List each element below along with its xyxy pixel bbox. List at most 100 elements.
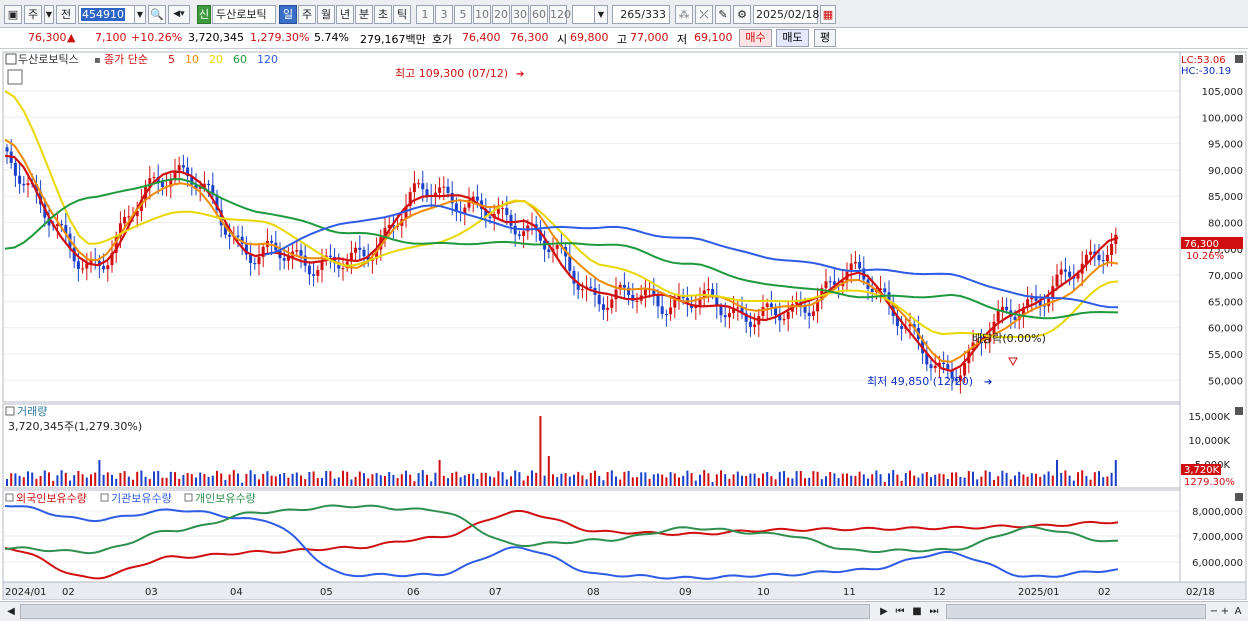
volume-bar: [39, 475, 42, 486]
period-tab-1[interactable]: 주: [298, 5, 316, 24]
zoom-in-icon[interactable]: +: [1220, 604, 1230, 619]
zoom-track[interactable]: [946, 604, 1206, 619]
sell-button[interactable]: 매도: [776, 29, 809, 47]
volume-bar: [619, 479, 622, 486]
candle-body: [660, 306, 664, 314]
scroll-right-icon[interactable]: ▶: [878, 604, 890, 619]
period-main-select[interactable]: 주: [24, 5, 42, 24]
holding-legend-1: 기관보유수량: [111, 492, 172, 505]
holding-legend-box[interactable]: [100, 493, 109, 502]
volume-bar: [308, 471, 311, 486]
candle-body: [828, 281, 832, 283]
period-tab-5[interactable]: 초: [374, 5, 392, 24]
volume-bar: [900, 480, 903, 486]
code-input[interactable]: 454910: [78, 5, 136, 24]
gear-icon[interactable]: ⚙: [733, 5, 751, 24]
period-tab-3[interactable]: 년: [336, 5, 354, 24]
candle-body: [438, 187, 442, 193]
volume-bar: [426, 474, 428, 486]
x-axis-label: 09: [679, 587, 692, 598]
window-icon[interactable]: ▣: [4, 5, 22, 24]
volume-bar: [778, 471, 781, 486]
holding-legend-box[interactable]: [184, 493, 193, 502]
candle-body: [589, 286, 593, 288]
panel-menu-icon[interactable]: [5, 53, 17, 65]
volume-bar: [111, 474, 113, 486]
stock-chart[interactable]: 105,000100,00095,00090,00085,00080,00075…: [0, 50, 1248, 600]
volume-bar: [846, 473, 848, 486]
volume-bar: [1064, 470, 1067, 486]
legend-settings-icon[interactable]: ▪: [94, 55, 101, 66]
volume-menu-icon[interactable]: [5, 406, 15, 416]
volume-bar: [552, 474, 554, 486]
interval-tab-1[interactable]: 1: [416, 5, 434, 24]
low-note: 최저 49,850 (12/20): [867, 375, 973, 388]
up-arrow-icon: ▲: [67, 31, 76, 44]
candle-body: [736, 307, 740, 309]
draw-icon[interactable]: ✎: [715, 5, 731, 24]
price-close-icon[interactable]: [1235, 55, 1243, 63]
volume-bar: [417, 473, 420, 486]
stock-name[interactable]: 두산로보틱: [212, 5, 276, 24]
crosshair-icon[interactable]: ⤫: [695, 5, 713, 24]
forward-icon[interactable]: ⏭: [927, 604, 941, 619]
holding-close-icon[interactable]: [1235, 493, 1243, 501]
code-dropdown-icon[interactable]: ▼: [134, 5, 146, 24]
interval-tab-120[interactable]: 120: [549, 5, 571, 24]
volume-bar: [694, 480, 697, 486]
chevron-down-icon[interactable]: ▼: [44, 5, 54, 24]
volume-bar: [825, 476, 827, 486]
stop-icon[interactable]: ■: [910, 604, 924, 619]
candle-body: [963, 363, 967, 376]
period-tab-2[interactable]: 월: [317, 5, 335, 24]
period-tab-4[interactable]: 분: [355, 5, 373, 24]
zoom-out-icon[interactable]: −: [1209, 604, 1219, 619]
prev-button[interactable]: 전: [56, 5, 76, 24]
period-tab-0[interactable]: 일: [279, 5, 297, 24]
eval-button[interactable]: 평: [814, 29, 836, 47]
volume-bar: [1068, 475, 1071, 486]
holding-tick-label: 6,000,000: [1192, 558, 1243, 569]
volume-bar: [585, 479, 588, 486]
volume-bar: [342, 470, 344, 486]
volume-bar: [497, 471, 500, 486]
calendar-icon[interactable]: ▦: [820, 5, 836, 24]
volume-bar: [1047, 471, 1050, 486]
interval-tab-10[interactable]: 10: [473, 5, 491, 24]
speaker-icon[interactable]: ◀▾: [168, 5, 190, 24]
volume-bar: [161, 477, 164, 486]
auto-icon[interactable]: A: [1232, 604, 1244, 619]
volume-bar: [56, 475, 59, 486]
volume-bar: [274, 476, 277, 486]
count-field[interactable]: 265/333: [612, 5, 670, 24]
interval-tab-3[interactable]: 3: [435, 5, 453, 24]
interval-dropdown-icon[interactable]: ▼: [594, 5, 608, 24]
interval-tab-20[interactable]: 20: [492, 5, 510, 24]
x-axis-area: [2, 581, 1247, 600]
volume-bar: [136, 471, 139, 486]
grid-icon[interactable]: ⁂: [675, 5, 693, 24]
volume-bar: [253, 474, 256, 486]
volume-close-icon[interactable]: [1235, 407, 1243, 415]
checkbox-icon[interactable]: [7, 69, 23, 85]
interval-tab-30[interactable]: 30: [511, 5, 529, 24]
date-field[interactable]: 2025/02/18: [753, 5, 819, 24]
scroll-left-icon[interactable]: ◀: [4, 604, 18, 619]
scroll-track[interactable]: [20, 604, 870, 619]
holding-legend-box[interactable]: [5, 493, 14, 502]
volume-bar: [241, 482, 244, 486]
search-icon[interactable]: 🔍: [148, 5, 166, 24]
interval-tab-60[interactable]: 60: [530, 5, 548, 24]
volume-bar: [22, 477, 25, 486]
buy-button[interactable]: 매수: [739, 29, 772, 47]
volume-bar: [484, 472, 487, 486]
count-total: /333: [641, 8, 666, 21]
period-tab-6[interactable]: 틱: [393, 5, 411, 24]
volume-bar: [207, 476, 210, 486]
rewind-icon[interactable]: ⏮: [893, 604, 907, 619]
candle-body: [858, 261, 862, 269]
interval-tab-5[interactable]: 5: [454, 5, 472, 24]
volume-bar: [48, 472, 50, 486]
volume-bar: [711, 482, 714, 486]
price-change-pct: +10.26%: [131, 31, 183, 44]
